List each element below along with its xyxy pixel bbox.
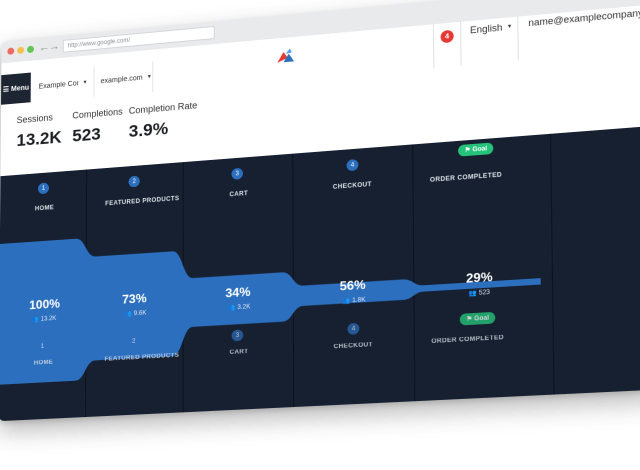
- step-name: CART: [230, 349, 249, 356]
- users-icon: 👥: [31, 316, 39, 324]
- stat-label: Completion Rate: [129, 100, 198, 116]
- users-icon: 👥: [468, 289, 476, 297]
- stat-label: Sessions: [17, 112, 62, 126]
- goal-label: Goal: [472, 146, 487, 153]
- stat-value: 523: [72, 122, 123, 146]
- step-count-value: 3.2K: [237, 304, 250, 311]
- header-divider: [433, 24, 434, 68]
- step-percentage: 100%: [29, 296, 60, 312]
- chevron-down-icon: ▼: [83, 79, 88, 85]
- stat-value: 3.9%: [129, 116, 198, 142]
- chevron-down-icon: ▼: [147, 74, 152, 80]
- arrow-right-icon[interactable]: →: [49, 40, 60, 53]
- language-label: English: [470, 22, 503, 35]
- step-count-value: 523: [479, 289, 490, 296]
- language-selector[interactable]: English ▼: [470, 21, 512, 35]
- step-name: HOME: [34, 360, 53, 367]
- step-count-value: 9.6K: [134, 310, 147, 317]
- funnel-flow-band: [0, 207, 542, 385]
- goal-badge: ⚑ Goal: [460, 312, 496, 326]
- step-count: 👥 9.6K: [124, 309, 146, 317]
- header-divider: [460, 22, 462, 66]
- stat-label: Completions: [72, 106, 122, 120]
- stat-value: 13.2K: [16, 128, 61, 152]
- conversion-funnel: 1 HOME 2 FEATURED PRODUCTS 3 CART 4 CHEC…: [0, 126, 640, 421]
- step-percentage: 29%: [466, 269, 493, 285]
- step-count-value: 1.8K: [352, 297, 365, 304]
- maximize-window-dot[interactable]: [27, 46, 34, 54]
- users-icon: 👥: [227, 304, 235, 312]
- hamburger-icon: ☰: [3, 85, 9, 93]
- browser-window: ← → http://www.google.com/ ⤢ ☰ Menu Exam…: [0, 0, 640, 421]
- menu-button[interactable]: ☰ Menu: [1, 73, 31, 105]
- step-count: 👥 13.2K: [31, 315, 56, 324]
- step-count: 👥 523: [468, 289, 490, 298]
- step-percentage: 34%: [225, 284, 250, 300]
- stat-completion-rate: Completion Rate 3.9%: [129, 100, 198, 142]
- notification-badge[interactable]: 4: [441, 30, 454, 44]
- stat-completions: Completions 523: [72, 106, 123, 146]
- header-divider: [517, 17, 519, 61]
- step-percentage: 73%: [122, 291, 147, 307]
- minimize-window-dot[interactable]: [17, 46, 24, 54]
- close-window-dot[interactable]: [7, 47, 14, 55]
- funnel-flow: [0, 126, 640, 421]
- users-icon: 👥: [342, 297, 350, 305]
- domain-name: example.com: [101, 74, 143, 85]
- step-percentage: 56%: [340, 277, 366, 293]
- step-count: 👥 1.8K: [342, 296, 366, 305]
- company-name: Example Company: [39, 80, 79, 90]
- app-logo-icon: [275, 47, 296, 65]
- step-count: 👥 3.2K: [227, 303, 250, 312]
- chevron-down-icon: ▼: [507, 23, 513, 30]
- menu-label: Menu: [11, 84, 29, 93]
- goal-label: Goal: [474, 315, 489, 322]
- step-count-value: 13.2K: [41, 315, 57, 322]
- screenshot-stage: ← → http://www.google.com/ ⤢ ☰ Menu Exam…: [0, 0, 640, 470]
- users-icon: 👥: [124, 310, 132, 318]
- stat-sessions: Sessions 13.2K: [16, 112, 61, 152]
